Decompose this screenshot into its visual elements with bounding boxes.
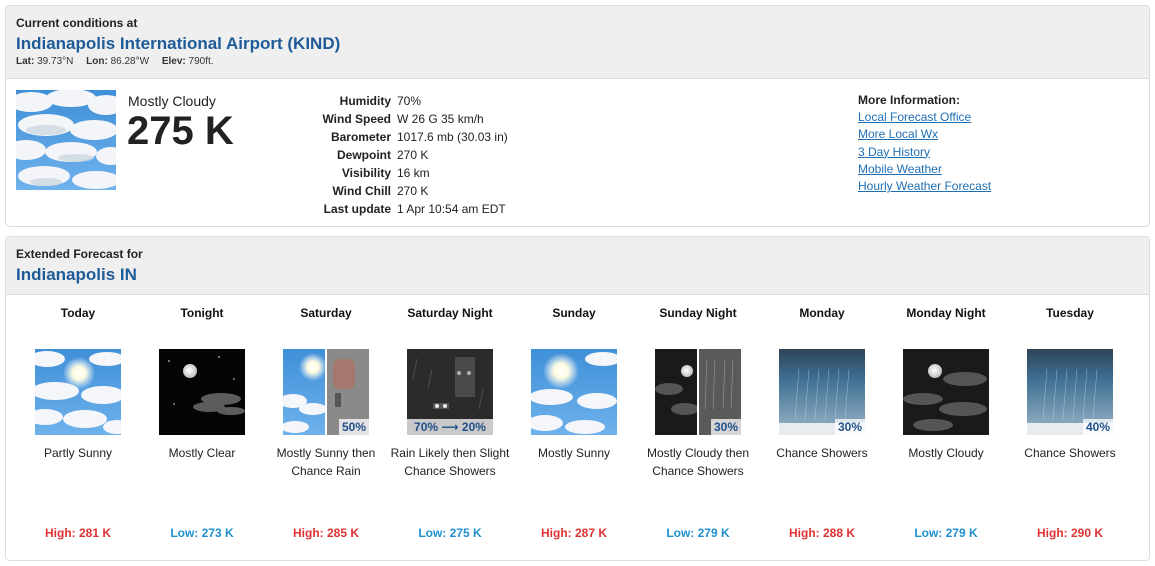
- extended-forecast-header: Extended Forecast for Indianapolis IN: [6, 237, 1149, 295]
- forecast-day-tuesday: Tuesday 40% Chance Showers High: 290 K: [1008, 305, 1132, 555]
- forecast-day-temperature: Low: 279 K: [666, 526, 730, 540]
- detail-label: Barometer: [330, 130, 391, 144]
- link-more-local-wx[interactable]: More Local Wx: [858, 126, 991, 143]
- station-coordinates: Lat: 39.73°N Lon: 86.28°W Elev: 790ft.: [16, 56, 1139, 67]
- detail-label: Visibility: [341, 166, 391, 180]
- extended-forecast-label: Extended Forecast for: [16, 247, 143, 261]
- forecast-day-monday: Monday 30% Chance Showers High: 288 K: [760, 305, 884, 555]
- forecast-day-description: Mostly Sunny: [537, 446, 611, 460]
- forecast-day-name: Monday: [799, 306, 845, 320]
- forecast-days: Today Partly Sunny High: 281 K Tonight M…: [16, 305, 1146, 555]
- current-conditions-body: Mostly Cloudy 275 K Humidity 70% Wind Spe…: [6, 79, 1149, 225]
- forecast-day-name: Today: [60, 306, 96, 320]
- detail-row-wind-chill: Wind Chill 270 K: [286, 182, 511, 200]
- detail-row-last-update: Last update 1 Apr 10:54 am EDT: [286, 200, 511, 218]
- precipitation-chance: 30%: [710, 419, 741, 435]
- precipitation-chance: 40%: [1082, 419, 1113, 435]
- forecast-day-saturday-night: Saturday Night 70% ⟶ 20% Rain Likely the…: [388, 305, 512, 555]
- forecast-day-name: Tuesday: [1046, 306, 1094, 320]
- forecast-day-saturday: Saturday 50% Mostly Sunny then Chance Ra…: [264, 305, 388, 555]
- forecast-day-description: Partly Sunny: [43, 446, 113, 460]
- detail-row-wind-speed: Wind Speed W 26 G 35 km/h: [286, 110, 511, 128]
- forecast-day-description: Chance Showers: [776, 446, 868, 460]
- mostly-sunny-icon: [531, 349, 617, 435]
- link-hourly-weather-forecast[interactable]: Hourly Weather Forecast: [858, 178, 991, 195]
- forecast-day-description: Rain Likely then Slight Chance Showers: [390, 446, 510, 478]
- forecast-day-name: Monday Night: [906, 306, 986, 320]
- showers-icon: 40%: [1027, 349, 1113, 435]
- forecast-day-sunday: Sunday Mostly Sunny High: 287 K: [512, 305, 636, 555]
- forecast-day-tonight: Tonight Mostly Clear Low: 273 K: [140, 305, 264, 555]
- elev-value: 790ft.: [188, 56, 214, 67]
- forecast-day-description: Mostly Cloudy: [908, 446, 984, 460]
- detail-value: 270 K: [397, 148, 429, 162]
- detail-label: Dewpoint: [337, 148, 391, 162]
- link-3-day-history[interactable]: 3 Day History: [858, 144, 991, 161]
- forecast-location: Indianapolis IN: [16, 265, 137, 284]
- cloudy-night-showers-icon: 30%: [655, 349, 741, 435]
- detail-label: Wind Chill: [332, 184, 391, 198]
- partly-sunny-icon: [35, 349, 121, 435]
- forecast-day-today: Today Partly Sunny High: 281 K: [16, 305, 140, 555]
- forecast-day-name: Sunday Night: [659, 306, 737, 320]
- forecast-day-sunday-night: Sunday Night 30% Mostly Cloudy then Chan…: [636, 305, 760, 555]
- elev-label: Elev:: [161, 56, 186, 67]
- forecast-day-name: Tonight: [180, 306, 224, 320]
- detail-row-barometer: Barometer 1017.6 mb (30.03 in): [286, 128, 511, 146]
- detail-row-visibility: Visibility 16 km: [286, 164, 511, 182]
- mostly-cloudy-icon: [6, 89, 126, 190]
- forecast-day-temperature: High: 285 K: [292, 526, 359, 540]
- precipitation-chance: 50%: [338, 419, 369, 435]
- forecast-day-monday-night: Monday Night Mostly Cloudy Low: 279 K: [884, 305, 1008, 555]
- forecast-day-name: Sunday: [552, 306, 596, 320]
- detail-value: 16 km: [397, 166, 430, 180]
- lon-label: Lon:: [86, 56, 108, 67]
- detail-label: Last update: [323, 202, 391, 216]
- lon-value: 86.28°W: [110, 56, 150, 67]
- forecast-day-name: Saturday Night: [407, 306, 493, 320]
- sunny-then-rain-icon: 50%: [283, 349, 369, 435]
- forecast-day-temperature: Low: 279 K: [914, 526, 978, 540]
- lat-value: 39.73°N: [37, 56, 74, 67]
- link-mobile-weather[interactable]: Mobile Weather: [858, 161, 991, 178]
- lat-label: Lat:: [16, 56, 35, 67]
- more-information-title: More Information:: [858, 93, 960, 107]
- forecast-day-temperature: Low: 275 K: [418, 526, 482, 540]
- current-conditions-header: Current conditions at Indianapolis Inter…: [6, 6, 1149, 79]
- rain-night-icon: 70% ⟶ 20%: [407, 349, 493, 435]
- detail-label: Wind Speed: [322, 112, 391, 126]
- precipitation-chance: 70% ⟶ 20%: [407, 419, 493, 435]
- forecast-day-description: Mostly Clear: [168, 446, 236, 460]
- forecast-day-temperature: High: 290 K: [1036, 526, 1103, 540]
- detail-label: Humidity: [339, 94, 391, 108]
- current-conditions-label: Current conditions at: [16, 16, 138, 30]
- extended-forecast-panel: Extended Forecast for Indianapolis IN To…: [5, 236, 1150, 561]
- current-details-table: Humidity 70% Wind Speed W 26 G 35 km/h Bar…: [286, 92, 511, 218]
- detail-row-humidity: Humidity 70%: [286, 92, 511, 110]
- detail-row-dewpoint: Dewpoint 270 K: [286, 146, 511, 164]
- forecast-day-name: Saturday: [300, 306, 352, 320]
- current-conditions-panel: Current conditions at Indianapolis Inter…: [5, 5, 1150, 227]
- more-information: More Information: Local Forecast Office …: [858, 93, 991, 195]
- detail-value: 270 K: [397, 184, 429, 198]
- forecast-day-description: Mostly Cloudy then Chance Showers: [646, 446, 750, 478]
- forecast-day-description: Mostly Sunny then Chance Rain: [276, 446, 376, 478]
- precipitation-chance: 30%: [834, 419, 865, 435]
- current-condition-text: Mostly Cloudy: [128, 93, 216, 109]
- forecast-day-temperature: Low: 273 K: [170, 526, 234, 540]
- forecast-day-description: Chance Showers: [1024, 446, 1116, 460]
- clear-night-icon: [159, 349, 245, 435]
- detail-value: W 26 G 35 km/h: [397, 112, 484, 126]
- detail-value: 1 Apr 10:54 am EDT: [397, 202, 506, 216]
- detail-value: 70%: [397, 94, 422, 108]
- current-temperature: 275 K: [127, 109, 234, 153]
- forecast-day-temperature: High: 288 K: [788, 526, 855, 540]
- cloudy-night-icon: [903, 349, 989, 435]
- detail-value: 1017.6 mb (30.03 in): [397, 130, 508, 144]
- link-local-forecast-office[interactable]: Local Forecast Office: [858, 109, 991, 126]
- station-name: Indianapolis International Airport (KIND…: [16, 34, 341, 53]
- forecast-day-temperature: High: 281 K: [44, 526, 111, 540]
- showers-icon: 30%: [779, 349, 865, 435]
- forecast-day-temperature: High: 287 K: [540, 526, 607, 540]
